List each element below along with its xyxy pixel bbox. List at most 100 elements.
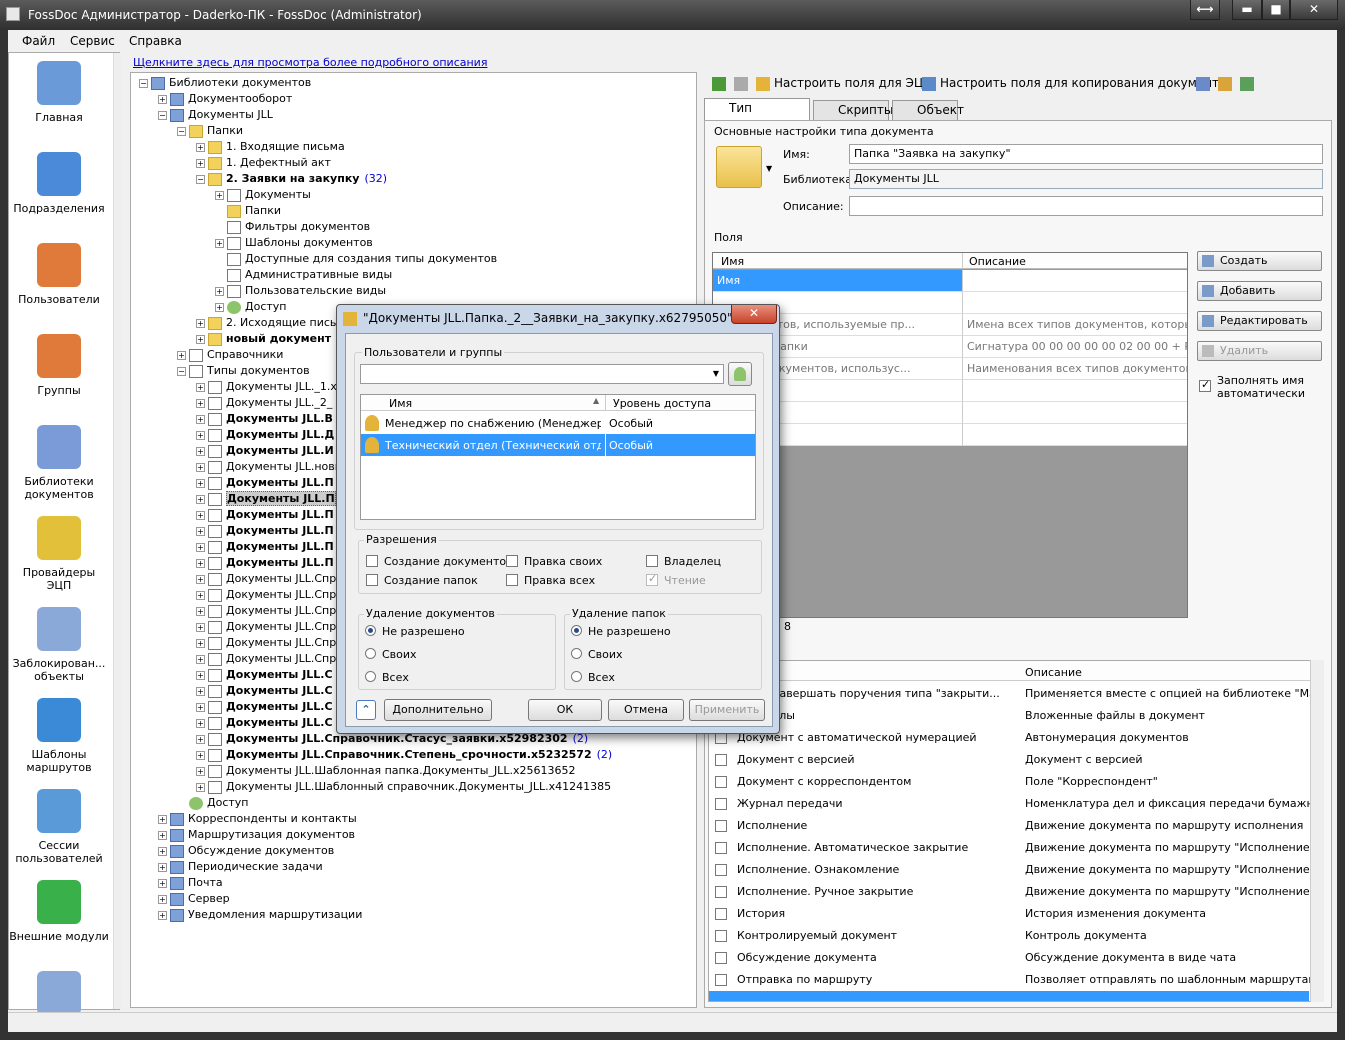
menu-file[interactable]: Файл	[22, 34, 55, 48]
sidebar-scrollbar[interactable]	[113, 53, 121, 1009]
maximize-button[interactable]: ■	[1262, 0, 1290, 20]
tree-node[interactable]: + Документы JLL.Спра	[196, 587, 343, 603]
option-row[interactable]: Документ с автоматической нумерацией Авто…	[709, 727, 1309, 749]
save-icon[interactable]	[733, 76, 748, 91]
delete-docs-all-radio[interactable]	[365, 671, 376, 682]
nav-item-8[interactable]: Сессии пользователей	[9, 789, 109, 865]
option-row[interactable]: История История изменения документа	[709, 903, 1309, 925]
expand-icon[interactable]: +	[196, 654, 205, 664]
tree-node[interactable]: + Документы JLL.С	[196, 699, 333, 715]
expand-icon[interactable]: +	[215, 302, 224, 312]
tree-node[interactable]: + Документы JLL.П	[196, 555, 334, 571]
tree-node[interactable]: + Документы JLL.С	[196, 667, 333, 683]
tree-node[interactable]: − Документы JLL	[158, 107, 273, 123]
tree-node[interactable]: + Обсуждение документов	[158, 843, 334, 859]
tree-node[interactable]: − Типы документов	[177, 363, 310, 379]
tree-node[interactable]: + Документы JLL.Спра	[196, 619, 343, 635]
menu-help[interactable]: Справка	[129, 34, 182, 48]
expand-icon[interactable]: +	[196, 510, 205, 520]
sign-fields-button[interactable]: Настроить поля для ЭЦП	[756, 76, 932, 91]
tree-node[interactable]: Доступ	[177, 795, 248, 811]
tree-node[interactable]: + Пользовательские виды	[215, 283, 386, 299]
tree-node[interactable]: Административные виды	[215, 267, 392, 283]
users-col-name[interactable]: Имя	[389, 397, 412, 410]
collapse-icon[interactable]: −	[177, 126, 186, 136]
menu-service[interactable]: Сервис	[70, 34, 115, 48]
tree-node[interactable]: Фильтры документов	[215, 219, 370, 235]
nav-item-2[interactable]: Пользователи	[9, 243, 109, 306]
tree-node[interactable]: + Документы JLL.Д	[196, 427, 334, 443]
field-desc-cell[interactable]	[963, 402, 1187, 424]
field-desc-cell[interactable]: Имена всех типов документов, которые исп	[963, 314, 1187, 336]
expand-icon[interactable]: +	[196, 462, 205, 472]
nav-item-3[interactable]: Группы	[9, 334, 109, 397]
restore-icon[interactable]: ⟷	[1190, 0, 1220, 20]
tree-node[interactable]: + Документы JLL.Спра	[196, 651, 343, 667]
tree-node[interactable]: + Документы JLL.Справочник.Степень_срочно…	[196, 747, 612, 763]
option-checkbox[interactable]	[715, 842, 727, 854]
create-button[interactable]: Создать	[1197, 251, 1322, 271]
tree-node[interactable]: + Документооборот	[158, 91, 292, 107]
delete-folders-all-radio[interactable]	[571, 671, 582, 682]
perm-edit-own-checkbox[interactable]	[506, 555, 518, 567]
tree-node[interactable]: + Маршрутизация документов	[158, 827, 355, 843]
expand-icon[interactable]: +	[196, 750, 205, 760]
delete-docs-own-radio[interactable]	[365, 648, 376, 659]
tree-node[interactable]: − Папки	[177, 123, 243, 139]
tree-node[interactable]: + Документы JLL.П	[196, 539, 334, 555]
folder-icon[interactable]	[716, 146, 762, 188]
tree-node[interactable]: + Доступ	[215, 299, 286, 315]
option-row[interactable]: Документ с корреспондентом Поле "Корреспо…	[709, 771, 1309, 793]
expand-icon[interactable]: +	[158, 94, 167, 104]
nav-item-5[interactable]: Провайдеры ЭЦП	[9, 516, 109, 592]
expand-icon[interactable]: +	[158, 830, 167, 840]
tree-node[interactable]: + Документы JLL.Спра	[196, 635, 343, 651]
col-description[interactable]: Описание	[969, 255, 1026, 268]
users-col-access[interactable]: Уровень доступа	[613, 397, 711, 410]
nav-item-4[interactable]: Библиотеки документов	[9, 425, 109, 501]
options-col-description[interactable]: Описание	[1025, 666, 1082, 679]
add-user-button[interactable]	[728, 362, 752, 386]
description-link[interactable]: Щелкните здесь для просмотра более подро…	[133, 56, 487, 69]
delete-folders-own-radio[interactable]	[571, 648, 582, 659]
autofill-checkbox[interactable]	[1199, 378, 1211, 392]
description-input[interactable]	[849, 196, 1323, 216]
expand-icon[interactable]: +	[196, 622, 205, 632]
settings-icon[interactable]	[1196, 76, 1210, 91]
perm-owner-checkbox[interactable]	[646, 555, 658, 567]
expand-icon[interactable]: +	[196, 478, 205, 488]
col-name[interactable]: Имя	[721, 255, 744, 268]
option-row[interactable]: Исполнение Движение документа по маршруту…	[709, 815, 1309, 837]
tree-node[interactable]: + Шаблоны документов	[215, 235, 373, 251]
expand-icon[interactable]: +	[158, 878, 167, 888]
collapse-icon[interactable]: −	[139, 78, 148, 88]
expand-icon[interactable]: +	[158, 910, 167, 920]
field-desc-cell[interactable]	[963, 292, 1187, 314]
expand-icon[interactable]: +	[196, 766, 205, 776]
expand-icon[interactable]: +	[196, 398, 205, 408]
expand-icon[interactable]: +	[196, 686, 205, 696]
expand-icon[interactable]: +	[196, 718, 205, 728]
tree-node[interactable]: + Почта	[158, 875, 223, 891]
tree-node[interactable]: − 2. Заявки на закупку (32)	[196, 171, 387, 187]
expand-icon[interactable]: +	[196, 526, 205, 536]
expand-icon[interactable]: +	[196, 382, 205, 392]
apply-button[interactable]: Применить	[689, 699, 765, 721]
expand-icon[interactable]: +	[196, 574, 205, 584]
option-row[interactable]: Обсуждение документа Обсуждение документа…	[709, 947, 1309, 969]
option-row[interactable]: Документ с версией Документ с версией	[709, 749, 1309, 771]
tree-node[interactable]: Папки	[215, 203, 281, 219]
option-checkbox[interactable]	[715, 776, 727, 788]
tree-node[interactable]: + Документы JLL.П	[196, 523, 334, 539]
tree-node[interactable]: + Документы JLL.Шаблонная папка.Документы…	[196, 763, 575, 779]
tree-node[interactable]: Доступные для создания типы документов	[215, 251, 497, 267]
field-desc-cell[interactable]: Наименования всех типов документов, испо	[963, 358, 1187, 380]
expand-icon[interactable]: +	[196, 430, 205, 440]
add-button[interactable]: Добавить	[1197, 281, 1322, 301]
table-icon[interactable]	[1239, 76, 1254, 91]
perm-edit-all-checkbox[interactable]	[506, 574, 518, 586]
tree-node[interactable]: + Справочники	[177, 347, 283, 363]
nav-item-9[interactable]: Внешние модули	[9, 880, 109, 943]
user-row[interactable]: Менеджер по снабжению (Менеджер по ... О…	[361, 412, 755, 434]
selected-option-row[interactable]	[709, 991, 1309, 1001]
